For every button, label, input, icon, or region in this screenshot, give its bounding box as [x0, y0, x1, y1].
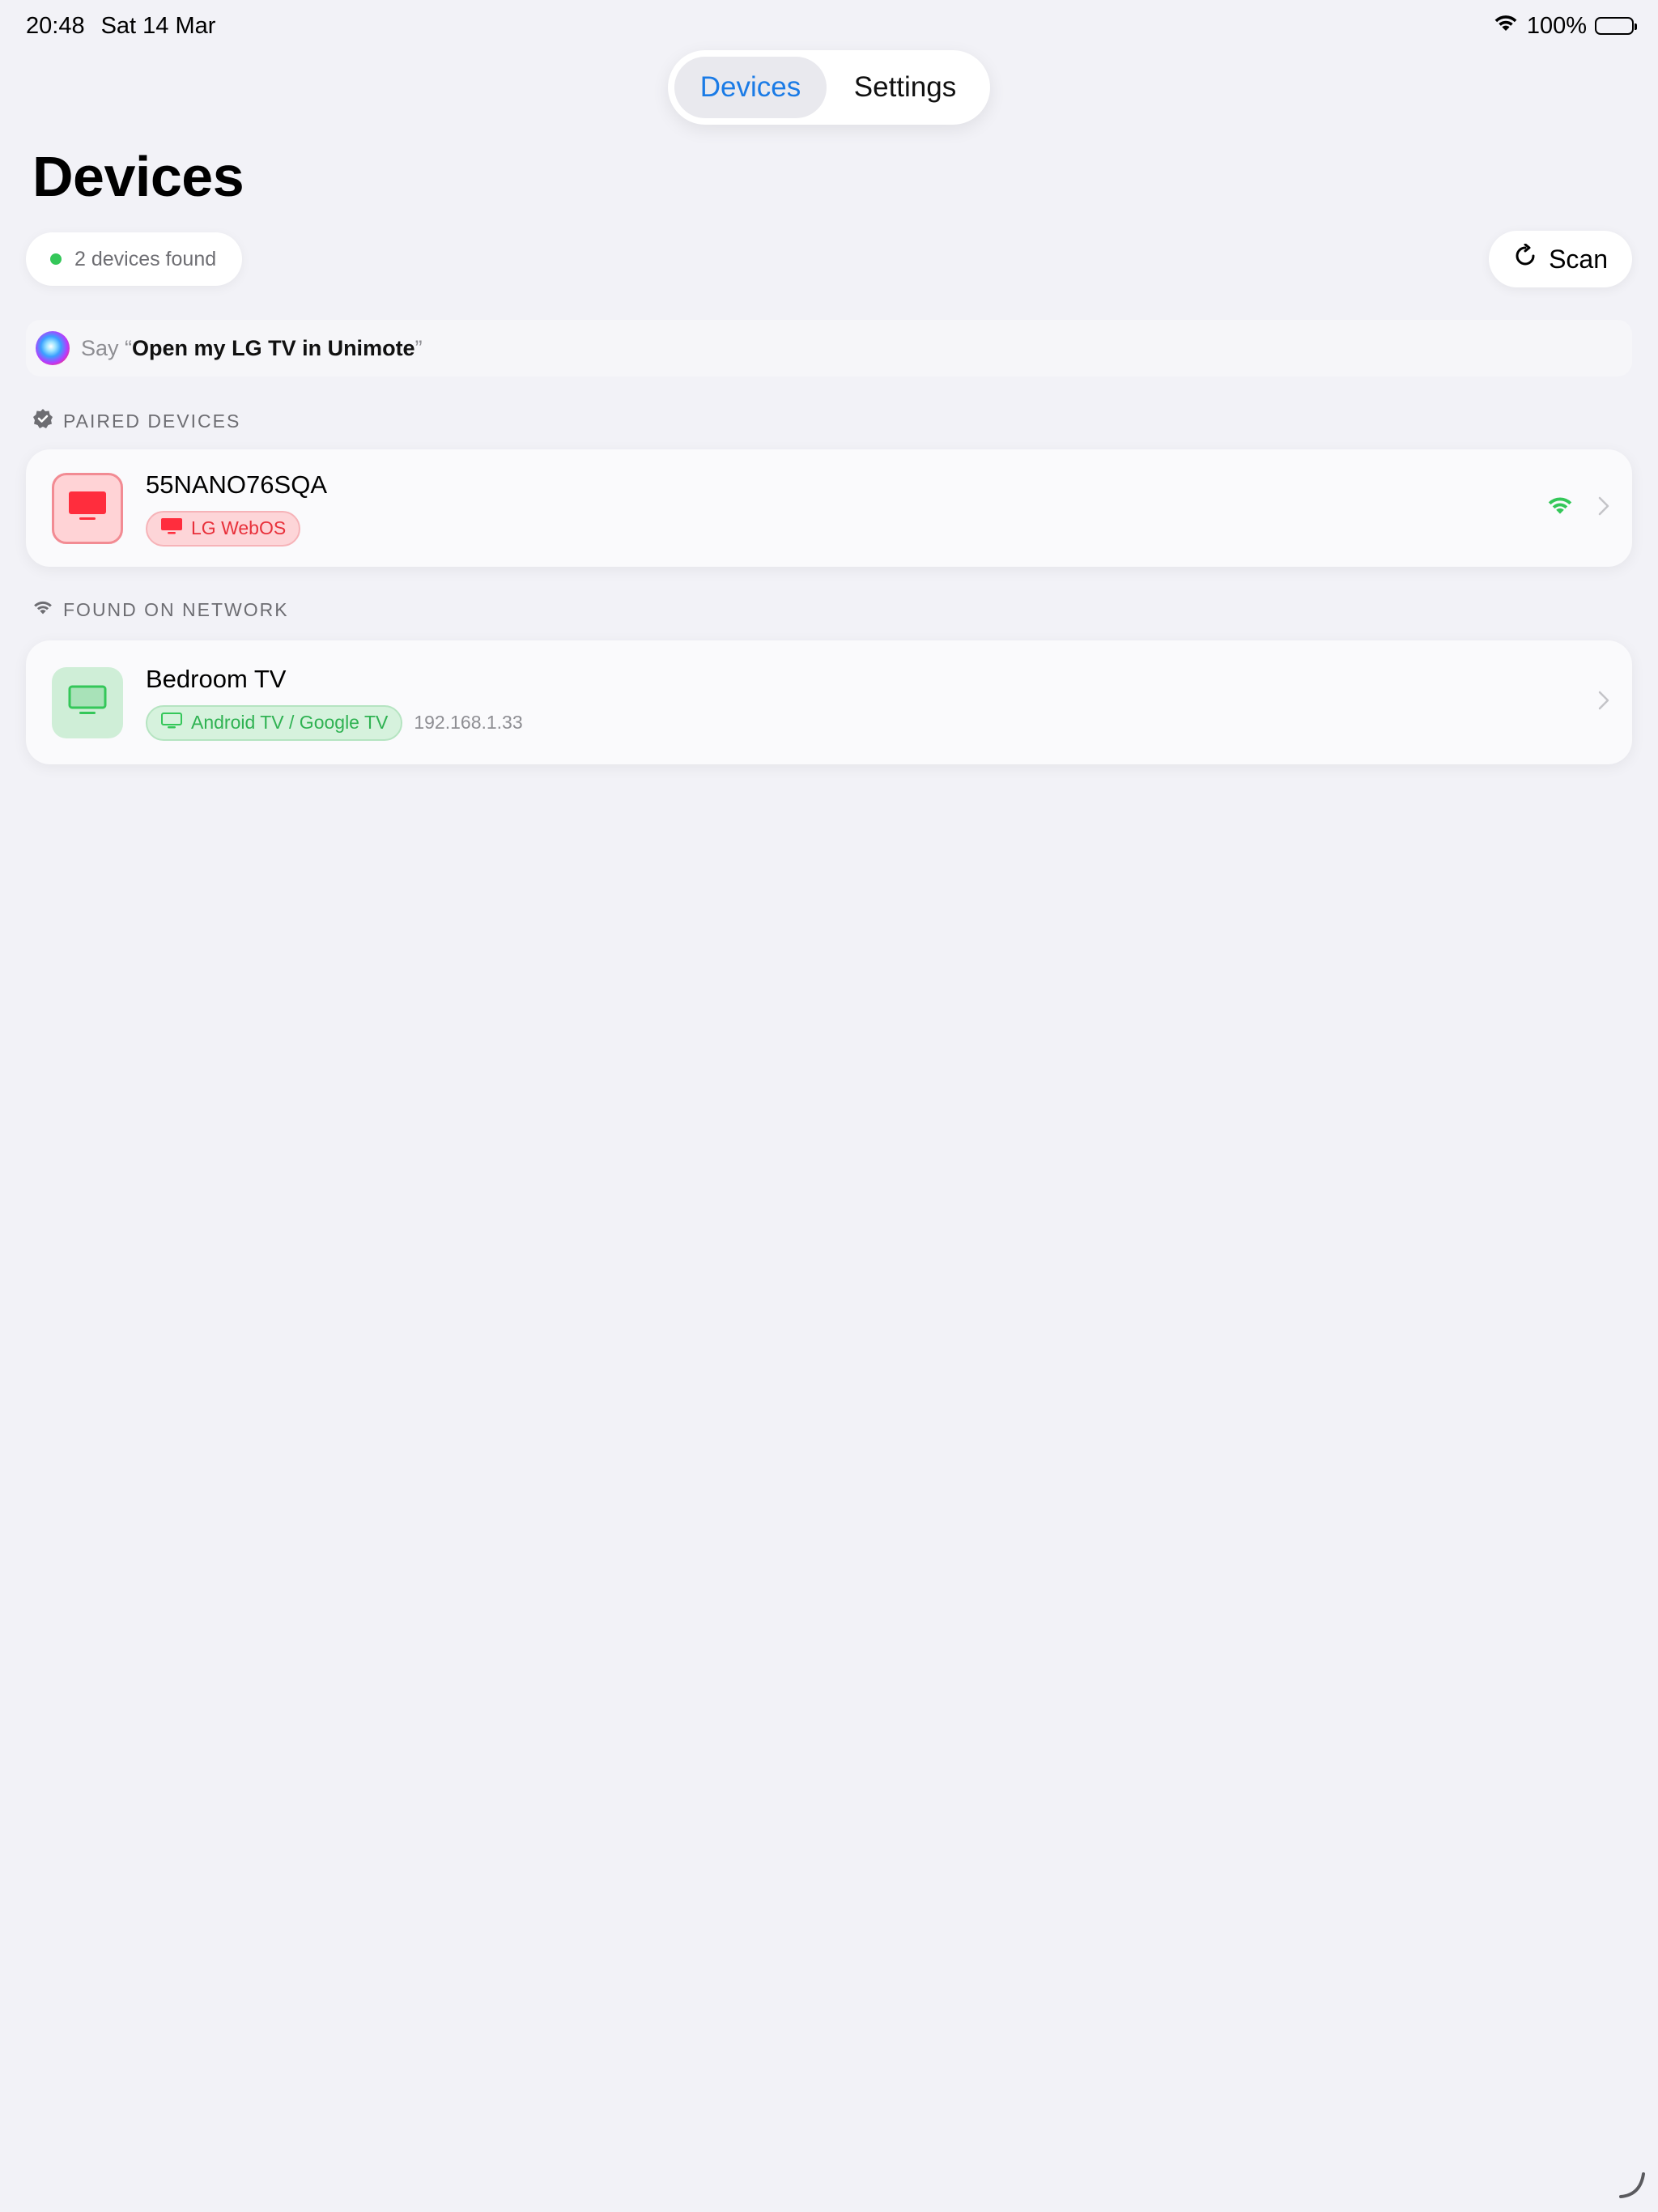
device-ip-address: 192.168.1.33	[414, 712, 523, 733]
status-bar: 20:48 Sat 14 Mar 100%	[26, 10, 1637, 42]
device-row-55nano76sqa[interactable]: 55NANO76SQA LG WebOS	[26, 449, 1632, 567]
status-time: 20:48	[26, 12, 85, 39]
siri-hint-text: Say “Open my LG TV in Unimote”	[81, 336, 423, 361]
wifi-icon	[32, 599, 53, 621]
verified-badge-icon	[32, 408, 53, 434]
battery-icon	[1595, 17, 1637, 35]
chevron-right-icon	[1598, 496, 1609, 520]
device-icon-container	[52, 666, 123, 738]
status-date: Sat 14 Mar	[100, 12, 216, 39]
section-header-paired: PAIRED DEVICES	[32, 408, 240, 434]
tab-switcher: Devices Settings	[668, 50, 990, 125]
devices-found-status: 2 devices found	[26, 232, 243, 286]
section-title-network: FOUND ON NETWORK	[63, 599, 289, 620]
tv-icon	[67, 490, 108, 526]
siri-icon	[36, 331, 70, 365]
platform-badge: Android TV / Google TV	[146, 704, 403, 741]
platform-badge: LG WebOS	[146, 510, 301, 547]
refresh-icon	[1513, 243, 1537, 274]
battery-percent: 100%	[1526, 12, 1587, 39]
status-right: 100%	[1493, 12, 1637, 40]
chevron-right-icon	[1598, 691, 1609, 714]
platform-label: LG WebOS	[191, 517, 287, 538]
card-trailing	[1598, 691, 1609, 714]
tv-icon	[67, 684, 108, 721]
device-name: Bedroom TV	[146, 664, 287, 693]
siri-close-quote: ”	[414, 335, 423, 360]
tab-devices[interactable]: Devices	[674, 57, 827, 118]
section-title-paired: PAIRED DEVICES	[63, 410, 241, 432]
scan-button[interactable]: Scan	[1489, 231, 1632, 287]
status-left: 20:48 Sat 14 Mar	[26, 13, 215, 40]
device-info: Bedroom TV Android TV / Google TV 192.16…	[146, 665, 1598, 741]
section-header-network: FOUND ON NETWORK	[32, 599, 289, 621]
device-row-bedroom-tv[interactable]: Bedroom TV Android TV / Google TV 192.16…	[26, 640, 1632, 764]
devices-found-text: 2 devices found	[74, 247, 217, 270]
device-info: 55NANO76SQA LG WebOS	[146, 470, 1546, 547]
siri-open-quote: “	[125, 335, 133, 360]
status-dot-icon	[50, 253, 62, 265]
siri-say-label: Say	[81, 335, 119, 360]
tv-icon	[160, 517, 183, 540]
device-meta: LG WebOS	[146, 510, 1546, 547]
siri-phrase: Open my LG TV in Unimote	[132, 335, 415, 360]
connected-wifi-icon	[1546, 496, 1574, 521]
wifi-icon	[1493, 13, 1519, 40]
tab-settings[interactable]: Settings	[827, 57, 984, 118]
device-icon-container	[52, 472, 123, 544]
tv-icon	[160, 712, 183, 734]
siri-shortcut-hint[interactable]: Say “Open my LG TV in Unimote”	[26, 320, 1632, 376]
device-name: 55NANO76SQA	[146, 470, 327, 499]
page-title: Devices	[32, 145, 244, 208]
device-meta: Android TV / Google TV 192.168.1.33	[146, 704, 1598, 741]
platform-label: Android TV / Google TV	[191, 712, 389, 733]
scan-label: Scan	[1549, 244, 1608, 274]
card-trailing	[1546, 496, 1609, 521]
window-resize-handle[interactable]	[1618, 2171, 1647, 2204]
